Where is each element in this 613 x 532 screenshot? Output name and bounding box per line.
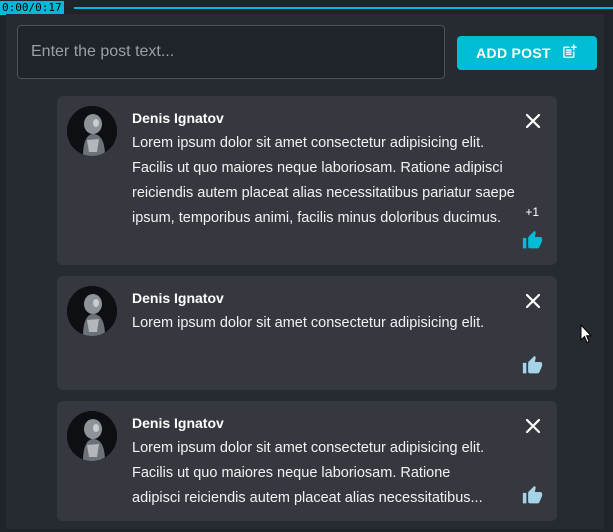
avatar	[67, 106, 117, 156]
like-button[interactable]	[521, 354, 543, 376]
feed-panel: ADD POST Denis Ignatov Lorem ips	[6, 14, 604, 529]
thumb-up-icon	[522, 230, 542, 248]
avatar	[67, 411, 117, 461]
post-text-line: Facilis ut quo maiores neque laboriosam.…	[132, 465, 451, 481]
post-text: Lorem ipsum dolor sit amet consectetur a…	[132, 436, 517, 511]
post-card: Denis Ignatov Lorem ipsum dolor sit amet…	[57, 276, 557, 390]
post-list: Denis Ignatov Lorem ipsum dolor sit amet…	[57, 96, 557, 532]
timecode: 0:00/0:17	[0, 1, 64, 15]
like-count: +1	[525, 205, 539, 219]
post-author: Denis Ignatov	[132, 415, 224, 431]
close-icon	[525, 113, 541, 129]
delete-post-button[interactable]	[523, 416, 543, 436]
avatar	[67, 286, 117, 336]
post-card: Denis Ignatov Lorem ipsum dolor sit amet…	[57, 96, 557, 265]
video-timeline[interactable]: 0:00/0:17	[0, 0, 613, 15]
post-author: Denis Ignatov	[132, 290, 224, 306]
post-text-line: adipisci reiciendis autem placeat alias …	[132, 490, 483, 506]
post-text-input[interactable]	[17, 25, 445, 79]
close-icon	[525, 418, 541, 434]
post-author: Denis Ignatov	[132, 110, 224, 126]
delete-post-button[interactable]	[523, 111, 543, 131]
delete-post-button[interactable]	[523, 291, 543, 311]
post-text-line: Lorem ipsum dolor sit amet consectetur a…	[132, 440, 485, 456]
close-icon	[525, 293, 541, 309]
like-button[interactable]	[521, 229, 543, 251]
post-text: Lorem ipsum dolor sit amet consectetur a…	[132, 315, 485, 331]
post-add-icon	[561, 43, 578, 63]
post-text: Lorem ipsum dolor sit amet consectetur a…	[132, 135, 515, 226]
thumb-up-icon	[522, 355, 542, 373]
add-post-button[interactable]: ADD POST	[457, 36, 597, 70]
timeline-progress-line	[74, 7, 613, 9]
mouse-cursor-icon	[580, 324, 592, 344]
add-post-label: ADD POST	[476, 45, 551, 61]
post-card: Denis Ignatov Lorem ipsum dolor sit amet…	[57, 401, 557, 521]
thumb-up-icon	[522, 485, 542, 503]
like-button[interactable]	[521, 484, 543, 506]
